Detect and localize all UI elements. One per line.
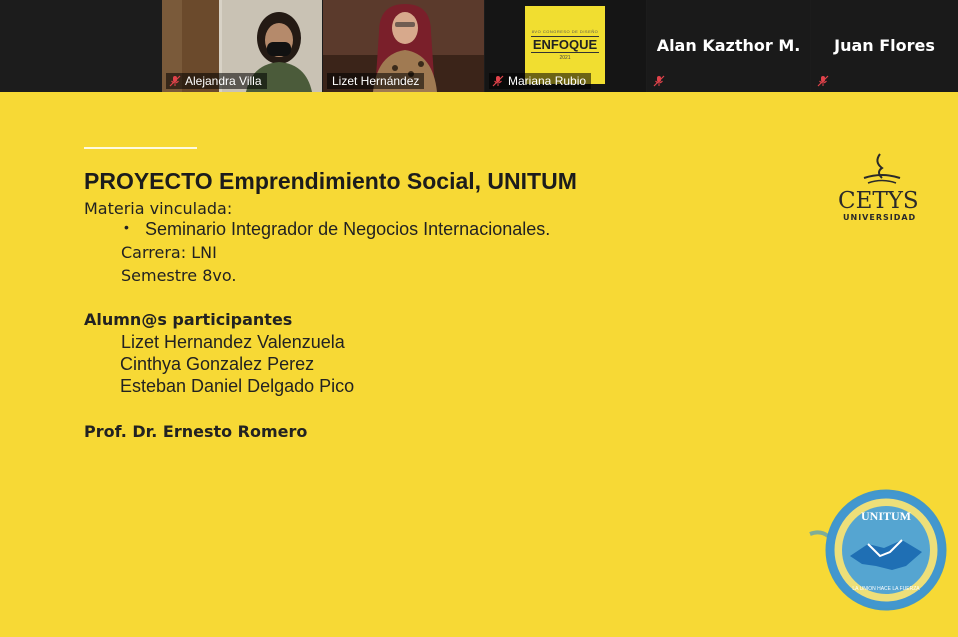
mic-muted-icon — [169, 75, 181, 87]
participant-name: Alejandra Villa — [185, 74, 262, 88]
participant-name-tag: Lizet Hernández — [327, 73, 425, 89]
slide-title: PROYECTO Emprendimiento Social, UNITUM — [84, 168, 577, 194]
enfoque-year: 2021 — [559, 55, 571, 61]
cetys-logo-subtitle: UNIVERSIDAD — [843, 213, 917, 222]
participant-tile-mariana-rubio[interactable]: 8VO CONGRESO DE DISEÑO ENFOQUE 2021 Mari… — [485, 0, 646, 92]
participant-tile-juan-flores[interactable]: Juan Flores — [811, 0, 958, 92]
alumno-name: Cinthya Gonzalez Perez — [120, 354, 315, 374]
carrera-text: Carrera: LNI — [121, 243, 217, 262]
enfoque-subtitle: 8VO CONGRESO DE DISEÑO — [531, 29, 599, 34]
alumno-name: Esteban Daniel Delgado Pico — [120, 376, 355, 396]
participant-strip: Alejandra Villa Lizet Hernández 8VO CONG… — [0, 0, 958, 92]
unitum-logo-text: UNITUM — [861, 509, 911, 523]
unitum-logo: UNITUM LA UNION HACE LA FUERZA — [809, 489, 947, 611]
participant-name: Mariana Rubio — [508, 74, 587, 88]
materia-label: Materia vinculada: — [84, 199, 233, 218]
alumno-name: Lizet Hernandez Valenzuela — [121, 332, 345, 352]
unitum-motto: LA UNION HACE LA FUERZA — [852, 586, 920, 592]
bullet-icon: • — [124, 219, 129, 235]
mic-muted-icon — [492, 75, 504, 87]
participant-name: Lizet Hernández — [332, 74, 420, 88]
participant-tile-alan-kazthor[interactable]: Alan Kazthor M. — [647, 0, 810, 92]
mic-muted-icon — [653, 75, 665, 87]
semestre-text: Semestre 8vo. — [121, 266, 237, 285]
participant-name-tag: Alejandra Villa — [166, 73, 267, 89]
participant-name: Juan Flores — [834, 36, 935, 55]
mic-muted-icon — [817, 75, 829, 87]
shared-slide: PROYECTO Emprendimiento Social, UNITUM M… — [0, 92, 958, 637]
participant-name-tag: Mariana Rubio — [489, 73, 592, 89]
cetys-logo-text: CETYS — [838, 188, 919, 214]
materia-item: Seminario Integrador de Negocios Interna… — [145, 219, 551, 239]
alumnos-heading: Alumn@s participantes — [84, 310, 293, 329]
profesor-text: Prof. Dr. Ernesto Romero — [84, 422, 308, 441]
enfoque-title: ENFOQUE — [530, 36, 600, 53]
participant-tile-lizet-hernandez[interactable]: Lizet Hernández — [323, 0, 484, 92]
participant-name: Alan Kazthor M. — [656, 36, 801, 55]
participant-tile-alejandra-villa[interactable]: Alejandra Villa — [162, 0, 322, 92]
divider — [84, 147, 197, 149]
